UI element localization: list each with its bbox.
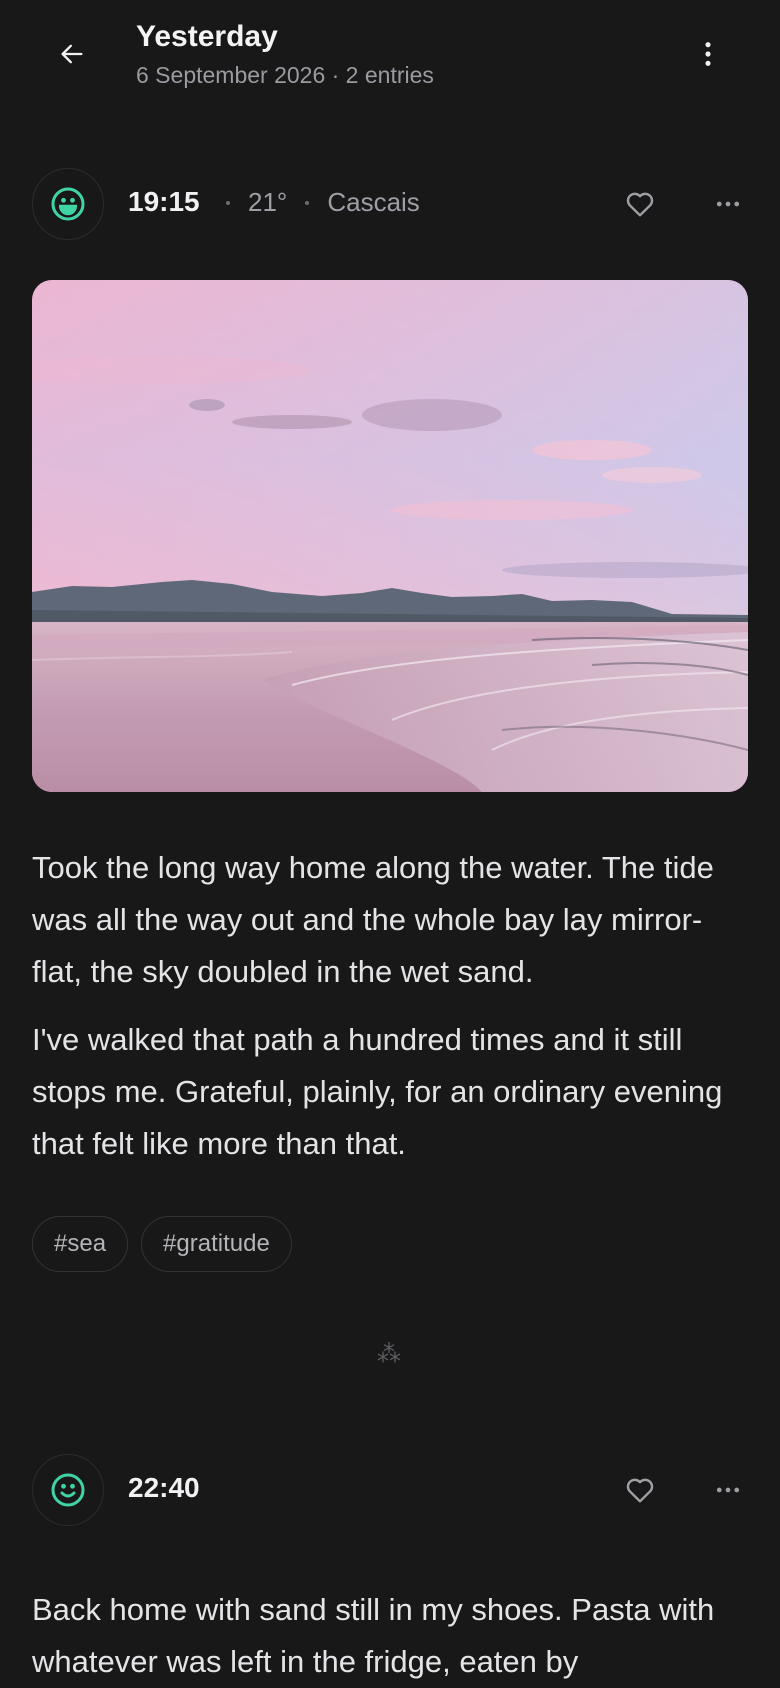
tag-chip[interactable]: #gratitude [141, 1216, 292, 1272]
more-horizontal-icon [716, 1487, 740, 1493]
entry-temperature: 21° [248, 187, 288, 217]
separator-dot [305, 200, 310, 205]
top-bar: Yesterday 6 September 2026 · 2 entries [0, 0, 780, 120]
heart-outline-icon [626, 192, 654, 217]
back-button[interactable] [48, 30, 96, 78]
page-subtitle: 6 September 2026 · 2 entries [136, 62, 434, 88]
more-horizontal-icon [716, 201, 740, 207]
entry-more-button[interactable] [704, 180, 752, 228]
tag-list: #sea #gratitude [32, 1216, 292, 1272]
entry-meta-row: 22:40 [0, 1454, 780, 1526]
page-title: Yesterday [136, 20, 278, 53]
entry-paragraph: Back home with sand still in my shoes. P… [32, 1592, 715, 1679]
journal-day-view: Yesterday 6 September 2026 · 2 entries 1… [0, 0, 780, 1688]
entry-time: 19:15 [128, 186, 200, 217]
smiley-icon [51, 1473, 85, 1507]
favorite-button[interactable] [616, 1466, 664, 1514]
heart-outline-icon [626, 1478, 654, 1503]
tag-chip[interactable]: #sea [32, 1216, 129, 1272]
options-menu-button[interactable] [684, 30, 732, 78]
beach-sunset-photo [32, 280, 748, 792]
entry-time: 22:40 [128, 1472, 200, 1503]
arrow-left-icon [61, 44, 83, 64]
entry-paragraph: I've walked that path a hundred times an… [32, 1022, 723, 1161]
entry-more-button[interactable] [704, 1466, 752, 1514]
entry-location[interactable]: Cascais [327, 187, 419, 218]
separator-dot [226, 200, 230, 205]
entry-meta-row: 19:15 21° Cascais [0, 168, 780, 240]
mood-badge[interactable] [32, 168, 104, 240]
favorite-button[interactable] [616, 180, 664, 228]
entry-divider: ⁂ [377, 1341, 403, 1368]
mood-badge[interactable] [32, 1454, 104, 1526]
entry-photo[interactable] [32, 280, 748, 792]
entry-paragraph: Took the long way home along the water. … [32, 850, 714, 989]
kebab-vertical-icon [705, 42, 711, 66]
entry-context: 21° Cascais [208, 187, 420, 218]
smiley-icon [51, 187, 85, 221]
